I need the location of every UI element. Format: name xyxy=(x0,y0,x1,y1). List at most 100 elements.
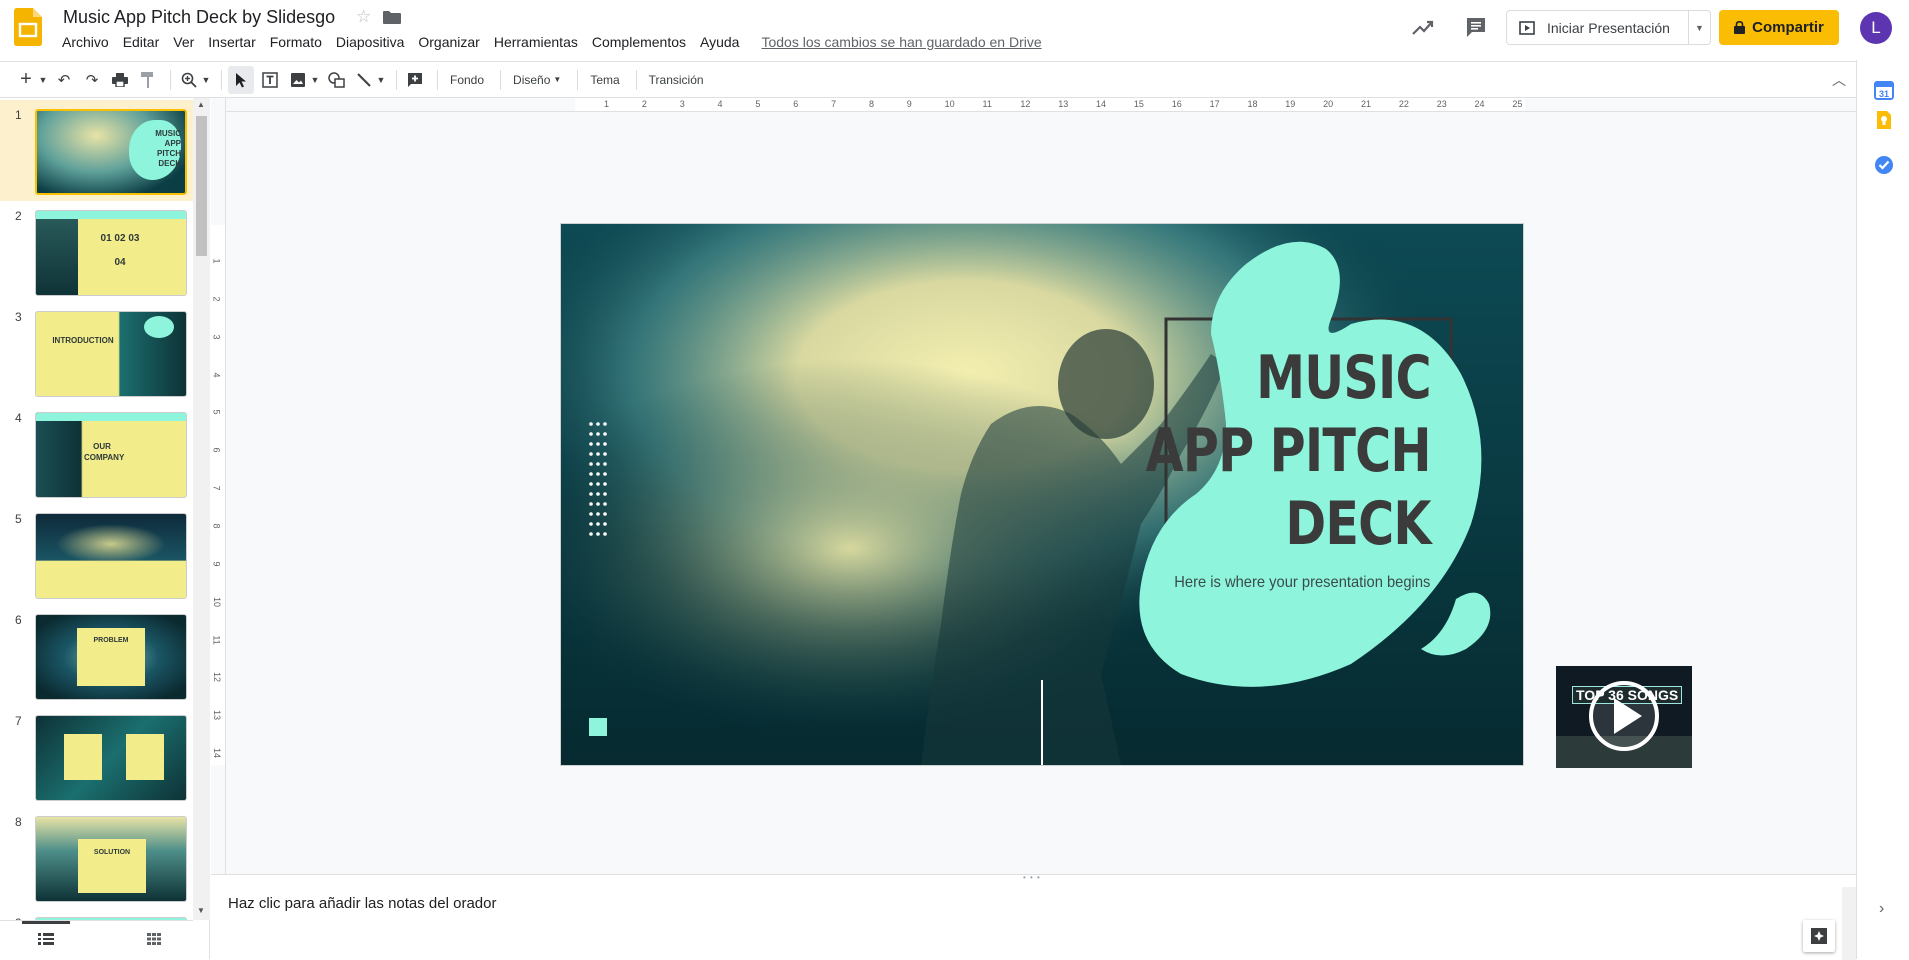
save-status-link[interactable]: Todos los cambios se han guardado en Dri… xyxy=(754,33,1048,53)
document-title[interactable]: Music App Pitch Deck by Slidesgo xyxy=(63,7,335,28)
slide-filmstrip: 1 MUSIC APP PITCH DECK 2 01 02 03 04 3 I… xyxy=(0,98,210,959)
slide-thumbnail-2[interactable]: 2 01 02 03 04 xyxy=(0,201,193,302)
ruler-tick-label: 19 xyxy=(1285,99,1296,109)
filmstrip-view-toggle xyxy=(0,920,193,959)
slide-thumbnail-7[interactable]: 7 xyxy=(0,706,193,807)
new-slide-icon[interactable]: + xyxy=(14,66,38,94)
scroll-up-icon[interactable]: ▲ xyxy=(197,100,205,109)
slide-thumbnail-8[interactable]: 8 SOLUTION xyxy=(0,807,193,908)
slide-thumbnail-5[interactable]: 5 xyxy=(0,504,193,605)
slide-thumbnail-4[interactable]: 4 OUR COMPANY xyxy=(0,403,193,504)
slide-preview: SOLUTION xyxy=(35,816,187,902)
ruler-tick-label: 4 xyxy=(717,99,723,109)
menu-insertar[interactable]: Insertar xyxy=(201,33,262,53)
activity-trend-icon[interactable] xyxy=(1410,15,1436,41)
shape-icon[interactable] xyxy=(324,66,348,94)
ruler-tick-label: 22 xyxy=(1398,99,1409,109)
ruler-tick-label: 6 xyxy=(793,99,799,109)
expand-panel-icon[interactable]: › xyxy=(1879,900,1884,918)
redo-icon[interactable]: ↷ xyxy=(80,66,104,94)
star-icon[interactable]: ☆ xyxy=(356,7,371,27)
embedded-video[interactable]: TOP 36 SONGS xyxy=(1556,666,1692,768)
menu-organizar[interactable]: Organizar xyxy=(411,33,486,53)
slide-thumbnail-9[interactable]: 9 xyxy=(0,908,193,920)
slide-subtitle[interactable]: Here is where your presentation begins xyxy=(1174,574,1430,592)
zoom-icon[interactable] xyxy=(177,66,201,94)
zoom-dropdown-icon[interactable]: ▼ xyxy=(201,66,211,94)
text-box-icon[interactable] xyxy=(258,66,282,94)
app-header: Music App Pitch Deck by Slidesgo ☆ Archi… xyxy=(0,0,1909,60)
current-slide[interactable]: MUSIC APP PITCH DECK Here is where your … xyxy=(561,224,1523,765)
share-label: Compartir xyxy=(1752,19,1824,36)
menu-complementos[interactable]: Complementos xyxy=(585,33,693,53)
ruler-tick-label: 20 xyxy=(1323,99,1334,109)
slide-thumbnail-6[interactable]: 6 PROBLEM xyxy=(0,605,193,706)
background-button[interactable]: Fondo xyxy=(444,66,490,94)
select-cursor-icon[interactable] xyxy=(228,65,254,94)
menu-herramientas[interactable]: Herramientas xyxy=(487,33,585,53)
menu-bar: Archivo Editar Ver Insertar Formato Diap… xyxy=(55,33,1049,53)
menu-diapositiva[interactable]: Diapositiva xyxy=(329,33,411,53)
layout-label: Diseño xyxy=(513,72,551,87)
ruler-tick-label: 25 xyxy=(1512,99,1523,109)
title-line: DECK xyxy=(1285,489,1432,559)
slides-logo-icon[interactable] xyxy=(14,8,42,46)
line-dropdown-icon[interactable]: ▼ xyxy=(376,66,386,94)
print-icon[interactable] xyxy=(108,66,132,94)
slide-title[interactable]: MUSIC APP PITCH DECK xyxy=(1146,342,1432,561)
ruler-tick-label: 11 xyxy=(982,99,992,109)
tasks-icon[interactable] xyxy=(1874,155,1894,175)
speaker-notes-input[interactable]: Haz clic para añadir las notas del orado… xyxy=(228,895,496,912)
theme-button[interactable]: Tema xyxy=(584,66,625,94)
ruler-tick-label: 2 xyxy=(211,296,222,302)
scroll-down-icon[interactable]: ▼ xyxy=(197,906,205,915)
user-avatar[interactable]: L xyxy=(1860,12,1892,44)
slide-number: 4 xyxy=(15,411,22,425)
menu-archivo[interactable]: Archivo xyxy=(55,33,116,53)
notes-resize-handle[interactable]: • • • xyxy=(1023,873,1041,882)
slide-thumbnail-3[interactable]: 3 INTRODUCTION xyxy=(0,302,193,403)
notes-scrollbar[interactable] xyxy=(1842,887,1856,960)
menu-ayuda[interactable]: Ayuda xyxy=(693,33,746,53)
keep-icon[interactable] xyxy=(1874,110,1894,130)
menu-editar[interactable]: Editar xyxy=(116,33,167,53)
line-icon[interactable] xyxy=(352,66,376,94)
menu-ver[interactable]: Ver xyxy=(166,33,201,53)
slide-preview: 01 02 03 04 xyxy=(35,210,187,296)
comments-icon[interactable] xyxy=(1463,14,1489,40)
play-icon[interactable] xyxy=(1556,666,1692,768)
ruler-tick-label: 8 xyxy=(868,99,874,109)
layout-dropdown-icon: ▼ xyxy=(553,75,562,84)
ruler-tick-label: 24 xyxy=(1474,99,1485,109)
explore-button[interactable] xyxy=(1803,920,1835,952)
ruler-tick-label: 16 xyxy=(1171,99,1182,109)
scrollbar-thumb[interactable] xyxy=(196,116,207,256)
calendar-icon[interactable]: 31 xyxy=(1874,80,1894,100)
thumbnail-title: INTRODUCTION xyxy=(52,336,114,345)
insert-image-icon[interactable] xyxy=(286,66,310,94)
grid-view-icon[interactable] xyxy=(147,933,161,945)
undo-icon[interactable]: ↶ xyxy=(52,66,76,94)
present-options-dropdown[interactable]: ▼ xyxy=(1688,11,1710,44)
vertical-ruler[interactable]: 1 2 3 4 5 6 7 8 9 10 11 12 13 14 xyxy=(211,98,226,874)
share-button[interactable]: Compartir xyxy=(1719,10,1839,45)
slide-editor-canvas[interactable]: 1 2 3 4 5 6 7 8 9 10 11 12 13 14 15 16 17 18 19 20 21 22 23 24 2… xyxy=(211,98,1856,874)
ruler-tick-label: 12 xyxy=(212,672,223,683)
horizontal-ruler[interactable]: 1 2 3 4 5 6 7 8 9 10 11 12 13 14 15 16 17 18 19 20 21 22 23 24 2… xyxy=(226,98,1856,112)
ruler-tick-label: 12 xyxy=(1020,99,1031,109)
add-comment-icon[interactable] xyxy=(403,66,427,94)
transition-button[interactable]: Transición xyxy=(643,66,710,94)
folder-icon[interactable] xyxy=(383,11,401,24)
collapse-menus-icon[interactable]: ︿ xyxy=(1832,70,1846,90)
toolbar-divider xyxy=(396,69,397,90)
new-slide-dropdown-icon[interactable]: ▼ xyxy=(38,66,48,94)
insert-image-dropdown-icon[interactable]: ▼ xyxy=(310,66,320,94)
layout-button[interactable]: Diseño ▼ xyxy=(507,66,567,94)
start-presentation-button[interactable]: Iniciar Presentación xyxy=(1507,11,1688,44)
paint-format-icon[interactable] xyxy=(136,66,160,94)
ruler-tick-label: 10 xyxy=(944,99,955,109)
filmstrip-view-icon[interactable] xyxy=(38,933,54,945)
filmstrip-scrollbar[interactable]: ▲ ▼ xyxy=(193,98,210,920)
slide-thumbnail-1[interactable]: 1 MUSIC APP PITCH DECK xyxy=(0,100,193,201)
menu-formato[interactable]: Formato xyxy=(263,33,329,53)
